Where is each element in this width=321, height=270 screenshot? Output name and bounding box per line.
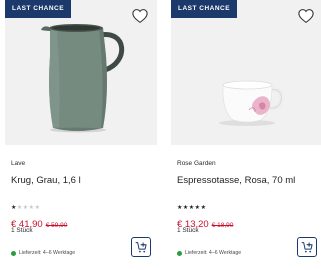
add-to-cart-button[interactable] [297,237,317,257]
availability-dot-icon [177,250,182,256]
product-image-area[interactable]: LAST CHANCE [171,0,321,145]
star-icon: ★ [34,205,41,211]
star-icon: ★ [200,205,207,211]
product-name[interactable]: Krug, Grau, 1,6 l [11,175,81,186]
availability-dot-icon [11,250,16,256]
old-price: € 59,90 [45,222,68,229]
product-card[interactable]: LAST CHANCE Lave Krug, Grau, 1,6 l ★★★★★… [5,0,157,270]
product-image-area[interactable]: LAST CHANCE [5,0,157,145]
delivery-info: Lieferzeit: 4–6 Werktage [11,250,75,256]
last-chance-badge: LAST CHANCE [5,0,72,18]
rating-stars: ★★★★★ [177,204,206,211]
delivery-text: Lieferzeit: 4–6 Werktage [19,250,76,256]
delivery-info: Lieferzeit: 4–6 Werktage [177,250,241,256]
delivery-text: Lieferzeit: 4–6 Werktage [185,250,242,256]
product-brand: Lave [11,160,26,167]
add-to-cart-icon [301,241,313,252]
add-to-cart-icon [135,241,147,252]
quantity-unit: 1 Stück [11,227,33,234]
rating-stars: ★★★★★ [11,204,40,211]
quantity-unit: 1 Stück [177,227,199,234]
product-name[interactable]: Espressotasse, Rosa, 70 ml [177,175,295,186]
product-card[interactable]: LAST CHANCE Rose Garden Espressotasse, R… [171,0,321,270]
add-to-cart-button[interactable] [131,237,151,257]
last-chance-badge: LAST CHANCE [171,0,238,18]
product-brand: Rose Garden [177,160,216,167]
heart-icon[interactable] [297,7,315,25]
heart-icon[interactable] [131,7,149,25]
old-price: € 18,90 [211,222,234,229]
